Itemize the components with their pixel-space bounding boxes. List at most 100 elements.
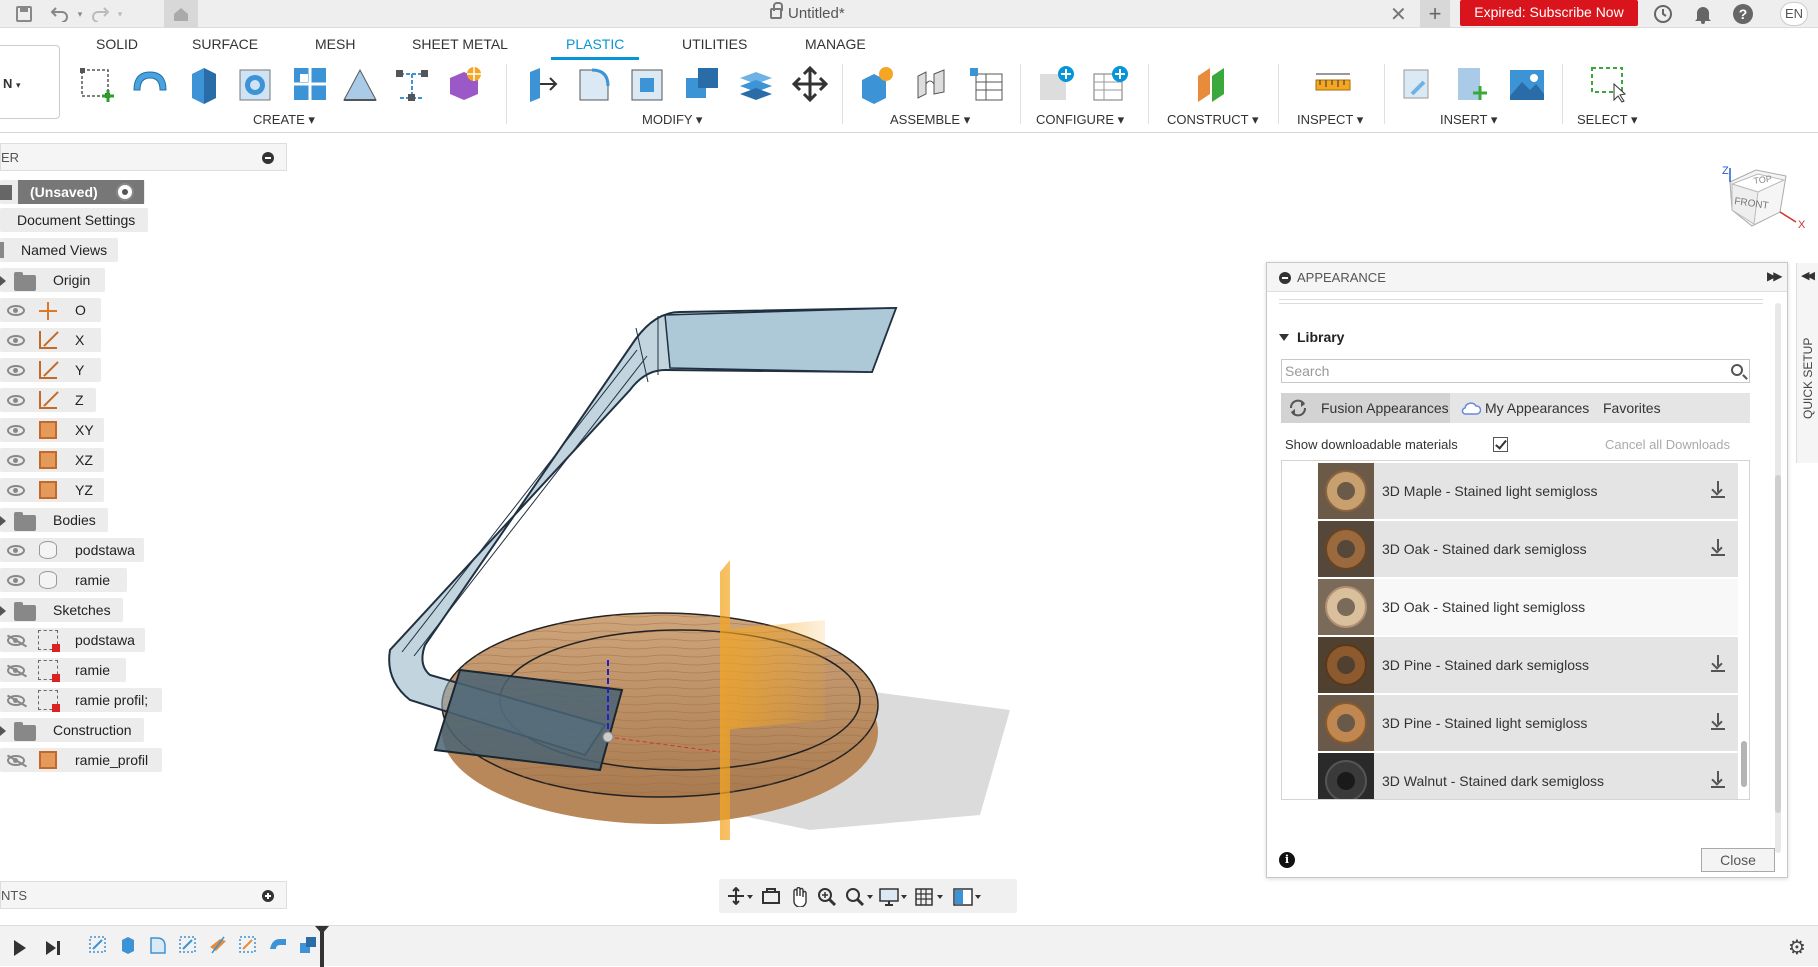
quick-setup-panel[interactable]: ◀◀ QUICK SETUP — [1796, 263, 1818, 463]
display-settings-icon[interactable] — [879, 887, 907, 906]
collapse-browser-icon[interactable] — [262, 152, 274, 164]
insert-canvas-icon[interactable] — [1506, 64, 1546, 104]
tab-favorites[interactable]: Favorites — [1597, 393, 1677, 423]
library-section-toggle[interactable]: Library — [1279, 329, 1344, 345]
measure-icon[interactable] — [1312, 64, 1352, 104]
material-list-scrollbar[interactable] — [1741, 741, 1747, 787]
revolve-icon[interactable] — [236, 64, 276, 104]
timeline-fillet-icon[interactable] — [148, 935, 168, 955]
tab-utilities[interactable]: UTILITIES — [682, 36, 747, 52]
expand-caret-icon[interactable] — [0, 276, 6, 286]
create-base-feature-icon[interactable] — [444, 64, 484, 104]
download-icon[interactable] — [1710, 655, 1726, 673]
tab-solid[interactable]: SOLID — [96, 36, 138, 52]
collapse-panel-icon[interactable]: ◀◀ — [1801, 269, 1815, 282]
visibility-eye-icon[interactable] — [7, 425, 25, 436]
tab-sheet-metal[interactable]: SHEET METAL — [412, 36, 508, 52]
material-item[interactable]: 3D Pine - Stained light semigloss — [1318, 695, 1738, 751]
timeline-settings-gear-icon[interactable]: ⚙ — [1788, 935, 1806, 960]
extrude-icon[interactable] — [184, 64, 224, 104]
configure-menu[interactable]: CONFIGURE ▾ — [1036, 112, 1124, 128]
help-icon[interactable]: ? — [1732, 3, 1754, 25]
view-cube[interactable]: TOP FRONT Z X — [1718, 162, 1818, 252]
hidden-eye-icon[interactable] — [7, 635, 25, 646]
timeline-sketch-icon[interactable] — [238, 935, 258, 955]
timeline-marker[interactable] — [315, 926, 329, 967]
material-item[interactable]: 3D Maple - Stained light semigloss — [1318, 463, 1738, 519]
web-icon[interactable] — [392, 64, 432, 104]
tab-fusion-appearances[interactable]: Fusion Appearances — [1281, 393, 1450, 423]
visibility-eye-icon[interactable] — [7, 455, 25, 466]
material-item[interactable]: 3D Pine - Stained dark semigloss — [1318, 637, 1738, 693]
insert-derive-icon[interactable] — [1398, 64, 1438, 104]
workspace-switcher[interactable]: N ▾ — [0, 45, 60, 119]
modify-menu[interactable]: MODIFY ▾ — [642, 112, 702, 128]
add-comment-icon[interactable] — [262, 890, 274, 902]
download-icon[interactable] — [1710, 713, 1726, 731]
show-downloadable-checkbox[interactable] — [1493, 437, 1508, 452]
visibility-eye-icon[interactable] — [7, 575, 25, 586]
collapse-dialog-icon[interactable] — [1279, 272, 1291, 284]
download-icon[interactable] — [1710, 771, 1726, 789]
expand-caret-icon[interactable] — [0, 516, 6, 526]
visibility-eye-icon[interactable] — [7, 305, 25, 316]
new-component-icon[interactable] — [858, 64, 898, 104]
timeline-sweep-icon[interactable] — [268, 935, 288, 955]
zoom-icon[interactable] — [817, 887, 837, 907]
inspect-menu[interactable]: INSPECT ▾ — [1297, 112, 1363, 128]
shell-icon[interactable] — [628, 64, 668, 104]
configure-design-icon[interactable] — [1036, 64, 1076, 104]
search-icon[interactable] — [1731, 364, 1743, 376]
activate-radio-icon[interactable] — [116, 183, 134, 201]
visibility-eye-icon[interactable] — [7, 365, 25, 376]
expand-caret-icon[interactable] — [0, 606, 6, 616]
timeline-sketch-icon[interactable] — [178, 935, 198, 955]
joint-icon[interactable] — [912, 64, 952, 104]
configuration-table-icon[interactable] — [1090, 64, 1130, 104]
hidden-eye-icon[interactable] — [7, 755, 25, 766]
create-sketch-icon[interactable] — [78, 64, 118, 104]
material-item[interactable]: 3D Oak - Stained light semigloss — [1318, 579, 1738, 635]
download-icon[interactable] — [1710, 481, 1726, 499]
redo-dropdown-icon[interactable]: ▾ — [114, 2, 126, 26]
select-menu[interactable]: SELECT ▾ — [1577, 112, 1637, 128]
create-form-icon[interactable] — [130, 64, 170, 104]
tab-plastic[interactable]: PLASTIC — [566, 36, 624, 52]
undo-icon[interactable] — [48, 2, 72, 26]
play-icon[interactable] — [14, 940, 26, 956]
material-item[interactable]: 3D Walnut - Stained dark semigloss — [1318, 753, 1738, 799]
look-at-icon[interactable] — [761, 887, 781, 905]
press-pull-icon[interactable] — [522, 64, 562, 104]
refresh-icon[interactable] — [1287, 399, 1309, 417]
pan-icon[interactable] — [789, 886, 809, 908]
grid-settings-icon[interactable] — [915, 887, 943, 906]
timeline-sketch-icon[interactable] — [88, 935, 108, 955]
dialog-scrollbar[interactable] — [1775, 303, 1781, 853]
language-button[interactable]: EN — [1780, 2, 1808, 26]
viewports-icon[interactable] — [953, 887, 981, 906]
close-tab-icon[interactable]: ✕ — [1390, 2, 1407, 27]
select-window-icon[interactable] — [1588, 64, 1628, 104]
timeline-extrude-icon[interactable] — [118, 935, 138, 955]
visibility-eye-icon[interactable] — [7, 485, 25, 496]
insert-menu[interactable]: INSERT ▾ — [1440, 112, 1497, 128]
bill-of-materials-icon[interactable] — [966, 64, 1006, 104]
tab-surface[interactable]: SURFACE — [192, 36, 258, 52]
new-tab-button[interactable]: + — [1420, 0, 1450, 28]
hidden-eye-icon[interactable] — [7, 695, 25, 706]
go-to-end-icon[interactable] — [44, 940, 62, 959]
visibility-eye-icon[interactable] — [7, 335, 25, 346]
assemble-menu[interactable]: ASSEMBLE ▾ — [890, 112, 970, 128]
job-status-icon[interactable] — [1652, 3, 1674, 25]
tab-manage[interactable]: MANAGE — [805, 36, 866, 52]
fillet-icon[interactable] — [574, 64, 614, 104]
download-icon[interactable] — [1710, 539, 1726, 557]
timeline-combine-icon[interactable] — [298, 935, 318, 955]
notifications-icon[interactable] — [1692, 3, 1714, 25]
construct-menu[interactable]: CONSTRUCT ▾ — [1167, 112, 1259, 128]
subscribe-button[interactable]: Expired: Subscribe Now — [1460, 0, 1638, 26]
orbit-icon[interactable] — [727, 886, 753, 906]
create-menu[interactable]: CREATE ▾ — [253, 112, 315, 128]
sweep-icon[interactable] — [290, 64, 330, 104]
rib-icon[interactable] — [340, 64, 380, 104]
